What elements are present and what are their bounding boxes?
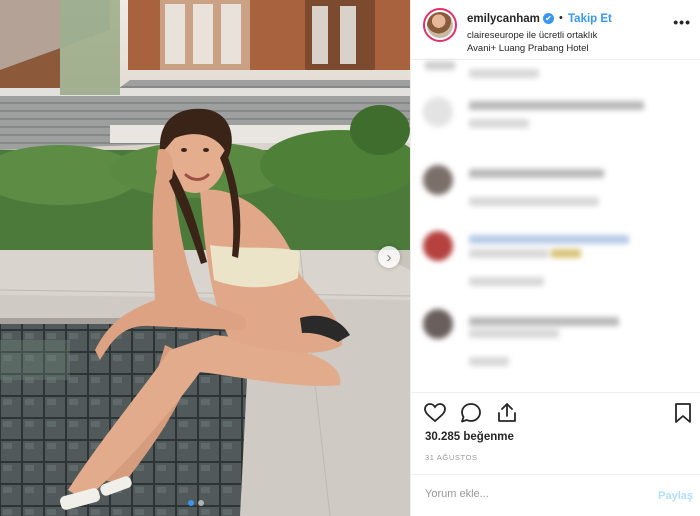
paid-partnership-label[interactable]: claireseurope ile ücretli ortaklık: [467, 30, 597, 41]
comment-icon[interactable]: [459, 401, 483, 425]
header-separator: •: [559, 12, 563, 24]
comments-list: [411, 61, 700, 391]
photo-image: [0, 0, 410, 516]
avatar-image: [427, 12, 453, 38]
author-avatar[interactable]: [423, 8, 457, 42]
next-image-button[interactable]: ›: [378, 246, 400, 268]
post-comment-button[interactable]: Paylaş: [658, 490, 693, 502]
heart-icon[interactable]: [423, 401, 447, 425]
location-link[interactable]: Avani+ Luang Prabang Hotel: [467, 43, 589, 54]
follow-button[interactable]: Takip Et: [568, 13, 612, 25]
verified-badge-icon: ✔: [543, 13, 554, 24]
carousel-indicator: [188, 500, 204, 506]
action-bar: [411, 392, 700, 432]
carousel-dot-2: [198, 500, 204, 506]
share-icon[interactable]: [495, 401, 519, 425]
carousel-dot-1: [188, 500, 194, 506]
chevron-right-icon: ›: [386, 248, 392, 266]
post-date[interactable]: 31 AĞUSTOS: [425, 453, 478, 462]
bookmark-icon[interactable]: [671, 401, 695, 425]
more-options-icon[interactable]: •••: [673, 14, 691, 30]
comment-input[interactable]: [425, 488, 635, 500]
post-side-panel: emilycanham ✔ • Takip Et claireseurope i…: [410, 0, 700, 516]
author-username[interactable]: emilycanham: [467, 13, 540, 25]
post-photo[interactable]: ›: [0, 0, 410, 516]
likes-count[interactable]: 30.285 beğenme: [425, 431, 514, 443]
comment-form: Paylaş: [411, 474, 700, 516]
post-header: emilycanham ✔ • Takip Et claireseurope i…: [411, 0, 700, 60]
